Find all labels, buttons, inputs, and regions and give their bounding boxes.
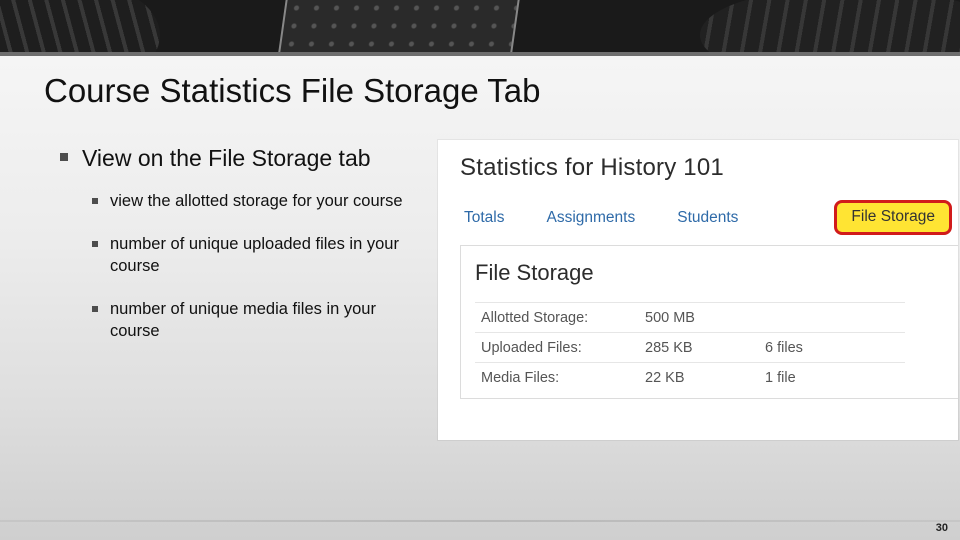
sub-bullet-text: view the allotted storage for your cours… — [110, 191, 403, 212]
row-label: Media Files: — [475, 370, 645, 386]
panel-heading: File Storage — [475, 260, 958, 286]
header-banner — [0, 0, 960, 56]
footer-divider — [0, 520, 960, 522]
row-label: Allotted Storage: — [475, 310, 645, 326]
sub-bullet-list: view the allotted storage for your cours… — [92, 191, 430, 342]
tab-totals[interactable]: Totals — [464, 209, 505, 227]
table-row: Media Files: 22 KB 1 file — [475, 362, 905, 392]
bullet-icon — [60, 153, 68, 161]
bullet-icon — [92, 198, 98, 204]
embedded-screenshot: Statistics for History 101 Totals Assign… — [438, 140, 958, 440]
bullet-icon — [92, 241, 98, 247]
tab-file-storage[interactable]: File Storage — [834, 200, 952, 235]
slide-title: Course Statistics File Storage Tab — [44, 72, 540, 110]
bullet-icon — [92, 306, 98, 312]
sub-bullet-text: number of unique uploaded files in your … — [110, 234, 430, 277]
sub-bullet-text: number of unique media files in your cou… — [110, 299, 430, 342]
slide: Course Statistics File Storage Tab View … — [0, 0, 960, 540]
row-extra: 1 file — [765, 370, 905, 386]
list-item: view the allotted storage for your cours… — [92, 191, 430, 212]
row-value: 285 KB — [645, 340, 765, 356]
main-bullet-row: View on the File Storage tab — [60, 144, 430, 173]
table-row: Allotted Storage: 500 MB — [475, 302, 905, 332]
row-extra: 6 files — [765, 340, 905, 356]
tab-students[interactable]: Students — [677, 209, 738, 227]
stats-heading: Statistics for History 101 — [460, 154, 950, 182]
row-value: 22 KB — [645, 370, 765, 386]
page-number: 30 — [936, 522, 948, 534]
tab-assignments[interactable]: Assignments — [547, 209, 636, 227]
list-item: number of unique uploaded files in your … — [92, 234, 430, 277]
main-bullet-text: View on the File Storage tab — [82, 144, 371, 173]
row-value: 500 MB — [645, 310, 765, 326]
row-label: Uploaded Files: — [475, 340, 645, 356]
table-row: Uploaded Files: 285 KB 6 files — [475, 332, 905, 362]
bullet-content: View on the File Storage tab view the al… — [60, 144, 430, 364]
list-item: number of unique media files in your cou… — [92, 299, 430, 342]
storage-table: Allotted Storage: 500 MB Uploaded Files:… — [475, 302, 905, 392]
tab-bar: Totals Assignments Students File Storage — [460, 200, 950, 235]
decorative-tire-left — [0, 0, 160, 56]
file-storage-panel: File Storage Allotted Storage: 500 MB Up… — [460, 245, 958, 399]
